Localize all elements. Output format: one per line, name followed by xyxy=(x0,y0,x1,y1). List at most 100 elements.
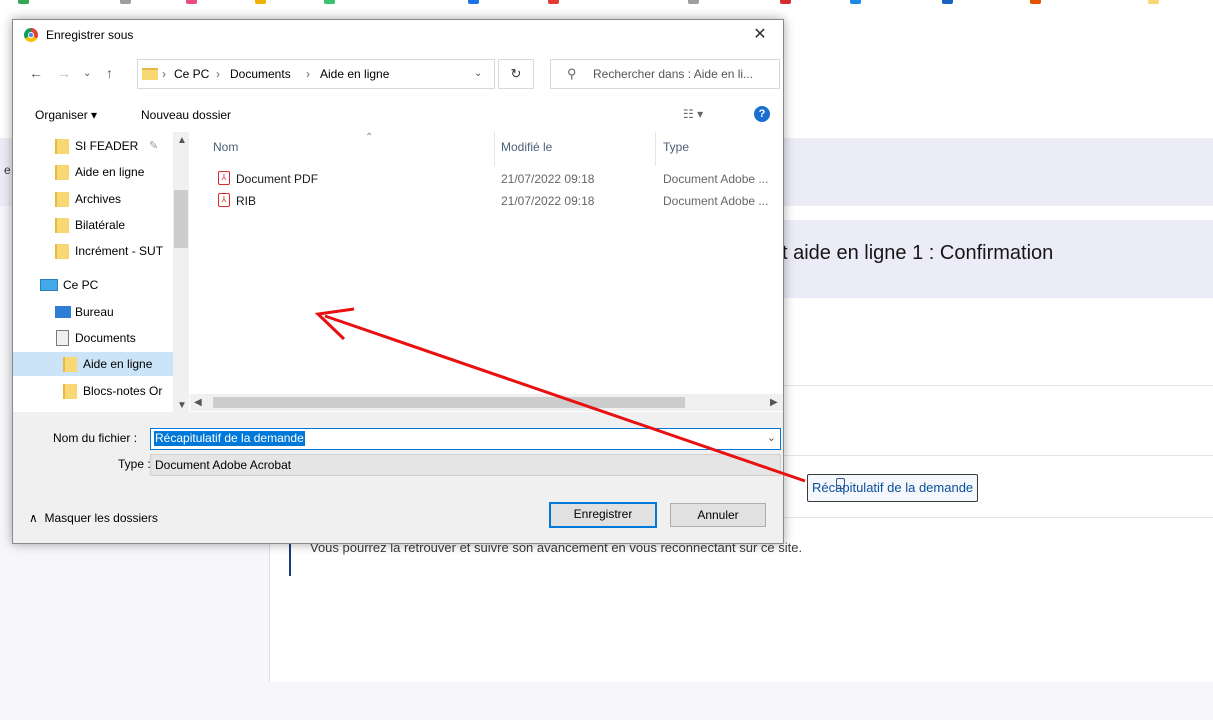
column-separator[interactable] xyxy=(494,132,495,166)
nav-item-aide-en-ligne[interactable]: Aide en ligne xyxy=(13,160,173,184)
bookmark-item[interactable] xyxy=(780,0,795,8)
folder-icon xyxy=(63,384,77,399)
navigation-pane: SI FEADER ✎ Aide en ligne Archives Bilat… xyxy=(13,132,189,412)
save-button[interactable]: Enregistrer xyxy=(549,502,657,528)
nav-item-ce-pc[interactable]: Ce PC xyxy=(13,273,173,297)
column-header-type[interactable]: Type xyxy=(663,140,689,154)
nav-item-label: Blocs-notes Or xyxy=(83,384,163,398)
dialog-toolbar: Organiser ▾ Nouveau dossier ☷ ▾ ? xyxy=(13,96,783,132)
nav-scrollbar[interactable] xyxy=(173,132,189,412)
filename-label: Nom du fichier : xyxy=(53,431,138,445)
filename-value: Récapitulatif de la demande xyxy=(154,431,305,446)
nav-item-documents[interactable]: Documents xyxy=(13,326,173,350)
file-modified: 21/07/2022 09:18 xyxy=(501,194,595,208)
computer-icon xyxy=(40,279,58,291)
nav-item-label: Archives xyxy=(75,192,122,206)
close-button[interactable]: ✕ xyxy=(737,20,783,50)
breadcrumb-ce-pc[interactable]: Ce PC xyxy=(174,67,209,81)
breadcrumb-aide-en-ligne[interactable]: Aide en ligne xyxy=(320,67,389,81)
scroll-down-icon[interactable]: ▼ xyxy=(177,400,187,411)
cancel-button[interactable]: Annuler xyxy=(670,503,766,527)
type-value: Document Adobe Acrobat xyxy=(155,458,292,472)
pdf-icon: ⅄ xyxy=(218,193,230,207)
breadcrumb-documents[interactable]: Documents xyxy=(230,67,291,81)
scroll-up-icon[interactable]: ▲ xyxy=(177,135,187,146)
column-separator[interactable] xyxy=(655,132,656,166)
search-placeholder: Rechercher dans : Aide en li... xyxy=(593,67,754,81)
search-input[interactable]: ⚲ Rechercher dans : Aide en li... xyxy=(550,59,780,89)
bookmark-item[interactable] xyxy=(1030,0,1045,8)
nav-item-bureau[interactable]: Bureau xyxy=(13,300,173,324)
file-modified: 21/07/2022 09:18 xyxy=(501,172,595,186)
nav-item-label: Documents xyxy=(75,331,136,345)
nav-item-bilaterale[interactable]: Bilatérale xyxy=(13,213,173,237)
nav-text-fragment: e xyxy=(4,163,11,177)
page-title: t aide en ligne 1 : Confirmation xyxy=(782,242,1054,264)
folder-icon xyxy=(55,244,69,259)
new-folder-button[interactable]: Nouveau dossier xyxy=(141,108,231,122)
bookmark-item[interactable] xyxy=(1148,0,1163,8)
folder-icon xyxy=(55,139,69,154)
nav-item-si-feader[interactable]: SI FEADER ✎ xyxy=(13,134,173,158)
hide-folders-toggle[interactable]: ∧ Masquer les dossiers xyxy=(29,511,158,525)
help-icon[interactable]: ? xyxy=(754,106,770,122)
file-type: Document Adobe ... xyxy=(663,172,769,186)
chevron-down-icon[interactable]: ⌄ xyxy=(474,68,482,79)
nav-item-label: Incrément - SUT xyxy=(75,244,164,258)
recent-dropdown-icon[interactable]: ⌄ xyxy=(83,68,91,79)
bookmark-item[interactable] xyxy=(120,0,135,8)
file-scrollbar-thumb[interactable] xyxy=(213,397,685,408)
nav-item-label: Aide en ligne xyxy=(83,357,153,371)
bookmark-item[interactable] xyxy=(186,0,201,8)
type-label: Type : xyxy=(118,457,151,471)
folder-icon xyxy=(142,68,158,80)
breadcrumb-separator: › xyxy=(306,67,310,81)
bookmark-item[interactable] xyxy=(688,0,703,8)
type-select[interactable]: Document Adobe Acrobat xyxy=(150,454,781,476)
scroll-left-icon[interactable]: ◀ xyxy=(194,397,202,408)
scroll-right-icon[interactable]: ▶ xyxy=(770,397,778,408)
nav-item-increment-sut[interactable]: Incrément - SUT xyxy=(13,239,173,263)
file-row[interactable]: ⅄ RIB 21/07/2022 09:18 Document Adobe ..… xyxy=(190,190,783,212)
nav-scrollbar-thumb[interactable] xyxy=(174,190,188,248)
bookmark-item[interactable] xyxy=(468,0,483,8)
bookmark-item[interactable] xyxy=(942,0,957,8)
folder-icon xyxy=(63,357,77,372)
nav-item-label: SI FEADER xyxy=(75,139,139,153)
bookmark-item[interactable] xyxy=(850,0,865,8)
refresh-button[interactable]: ↻ xyxy=(498,59,534,89)
nav-item-label: Ce PC xyxy=(63,278,99,292)
back-arrow-icon[interactable]: ← xyxy=(29,65,43,81)
nav-item-aide-en-ligne-selected[interactable]: Aide en ligne xyxy=(13,352,173,376)
filename-input[interactable]: Récapitulatif de la demande ⌄ xyxy=(150,428,781,450)
file-row[interactable]: ⅄ Document PDF 21/07/2022 09:18 Document… xyxy=(190,168,783,190)
column-header-name[interactable]: Nom xyxy=(213,140,238,154)
recap-pdf-link[interactable]: Récapitulatif de la demande xyxy=(807,474,979,502)
nav-item-blocs-notes[interactable]: Blocs-notes Or xyxy=(13,379,173,403)
bookmark-item[interactable] xyxy=(548,0,563,8)
bookmark-item[interactable] xyxy=(18,0,33,8)
nav-item-label: Bilatérale xyxy=(75,218,126,232)
up-arrow-icon[interactable]: ↑ xyxy=(106,65,113,81)
view-options-icon[interactable]: ☷ ▾ xyxy=(683,107,703,121)
address-row: ← → ⌄ ↑ › Ce PC › Documents › Aide en li… xyxy=(13,50,783,96)
organize-menu[interactable]: Organiser ▾ xyxy=(35,108,97,122)
breadcrumb-separator: › xyxy=(216,67,220,81)
folder-icon xyxy=(55,165,69,180)
bookmarks-bar xyxy=(0,0,1213,8)
bookmark-item[interactable] xyxy=(255,0,270,8)
dialog-title: Enregistrer sous xyxy=(46,28,134,42)
nav-item-archives[interactable]: Archives xyxy=(13,187,173,211)
file-name: RIB xyxy=(236,194,257,208)
column-header-modified[interactable]: Modifié le xyxy=(501,140,552,154)
pdf-icon xyxy=(836,478,845,489)
pin-icon[interactable]: ✎ xyxy=(149,139,158,152)
address-bar[interactable]: › Ce PC › Documents › Aide en ligne ⌄ xyxy=(137,59,495,89)
folder-icon xyxy=(55,192,69,207)
documents-icon xyxy=(56,330,69,346)
chevron-down-icon[interactable]: ⌄ xyxy=(767,431,776,444)
bookmark-item[interactable] xyxy=(324,0,339,8)
dialog-title-bar[interactable]: Enregistrer sous ✕ xyxy=(13,20,783,50)
nav-item-label: Aide en ligne xyxy=(75,165,145,179)
forward-arrow-icon[interactable]: → xyxy=(57,65,71,81)
